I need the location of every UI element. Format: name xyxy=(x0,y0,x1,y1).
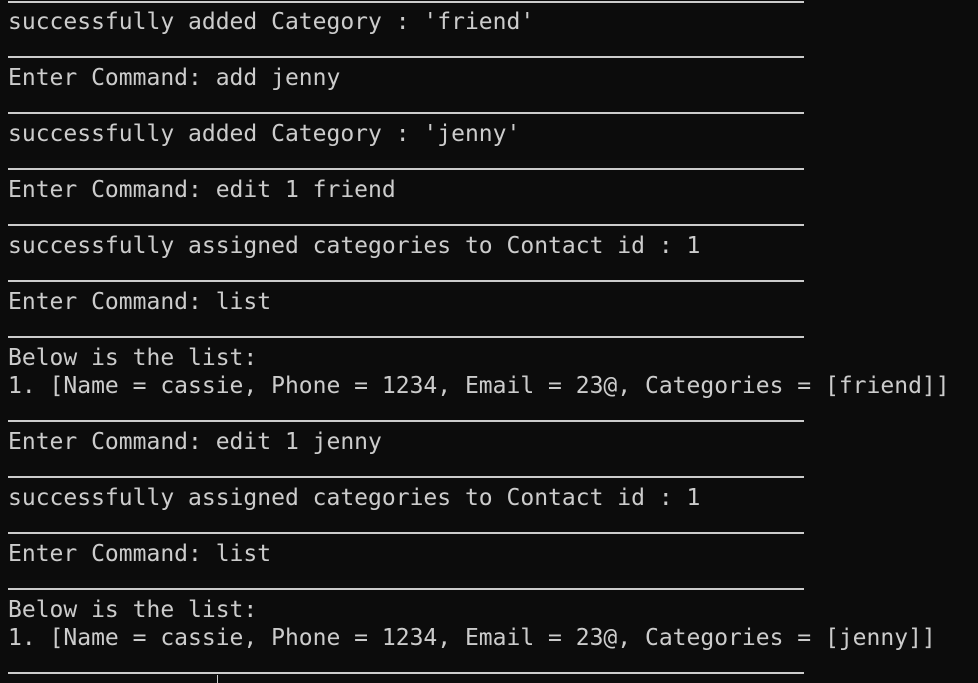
separator-line xyxy=(8,420,804,422)
output-line: successfully assigned categories to Cont… xyxy=(8,485,701,511)
list-item: 1. [Name = cassie, Phone = 1234, Email =… xyxy=(8,373,950,399)
terminal-window[interactable]: successfully added Category : 'friend' E… xyxy=(0,0,978,683)
separator-line xyxy=(8,476,804,478)
command-line: Enter Command: edit 1 friend xyxy=(8,177,396,203)
separator-line xyxy=(8,588,804,590)
command-line: Enter Command: add jenny xyxy=(8,65,341,91)
separator-line xyxy=(8,336,804,338)
output-line: Below is the list: xyxy=(8,597,258,623)
separator-line xyxy=(8,1,804,3)
separator-line xyxy=(8,112,804,114)
command-line: Enter Command: edit 1 jenny xyxy=(8,429,382,455)
output-line: successfully added Category : 'friend' xyxy=(8,9,535,35)
separator-line xyxy=(8,56,804,58)
separator-line xyxy=(8,224,804,226)
separator-line xyxy=(8,168,804,170)
separator-line xyxy=(8,532,804,534)
text-cursor xyxy=(217,675,218,683)
output-line: Below is the list: xyxy=(8,345,258,371)
output-line: successfully added Category : 'jenny' xyxy=(8,121,521,147)
command-line: Enter Command: list xyxy=(8,541,272,567)
command-line: Enter Command: list xyxy=(8,289,272,315)
output-line: successfully assigned categories to Cont… xyxy=(8,233,701,259)
separator-line xyxy=(8,280,804,282)
list-item: 1. [Name = cassie, Phone = 1234, Email =… xyxy=(8,625,936,651)
separator-line xyxy=(8,672,804,674)
